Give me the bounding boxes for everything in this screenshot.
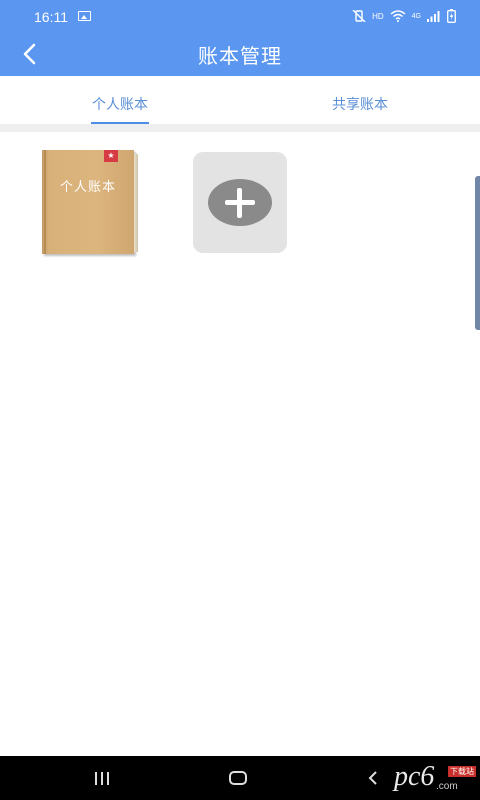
tab-label: 共享账本: [332, 97, 388, 113]
tab-label: 个人账本: [92, 97, 148, 113]
hd-label: HD: [372, 11, 384, 21]
wifi-icon: [390, 10, 406, 22]
tab-personal-ledger[interactable]: 个人账本: [0, 80, 240, 124]
home-icon[interactable]: [229, 771, 247, 785]
system-nav-bar: pc6 下载站 .com: [0, 756, 480, 800]
watermark-domain: .com: [436, 781, 458, 792]
plus-icon: [208, 179, 272, 226]
watermark-brand: pc6: [394, 761, 435, 792]
ledger-book-personal[interactable]: ★ 个人账本: [42, 150, 138, 254]
signal-bars-icon: [427, 11, 440, 22]
app-header: 16:11 HD 4G 账本管理: [0, 0, 480, 76]
image-icon: [78, 11, 91, 21]
network-label: 4G: [411, 12, 421, 20]
tab-shared-ledger[interactable]: 共享账本: [240, 80, 480, 124]
book-pages: [134, 154, 138, 252]
back-icon[interactable]: [364, 768, 382, 788]
status-time: 16:11: [34, 9, 68, 25]
watermark-tag: 下载站: [448, 766, 476, 777]
bookmark-ribbon: ★: [104, 150, 118, 162]
section-divider: [0, 124, 480, 132]
add-ledger-button[interactable]: [193, 152, 287, 253]
watermark: pc6 下载站 .com: [392, 760, 478, 798]
side-scroll-handle[interactable]: [475, 176, 480, 330]
star-icon: ★: [107, 151, 115, 160]
battery-charging-icon: [447, 9, 456, 23]
ledger-title: 个人账本: [59, 180, 116, 195]
status-icons: HD 4G: [352, 7, 456, 25]
recent-apps-icon[interactable]: [95, 772, 113, 786]
status-bar: 16:11 HD 4G: [0, 0, 480, 32]
page-title: 账本管理: [198, 44, 282, 68]
ledger-tabs: 个人账本 共享账本: [0, 80, 480, 124]
vibrate-mute-icon: [352, 10, 366, 22]
